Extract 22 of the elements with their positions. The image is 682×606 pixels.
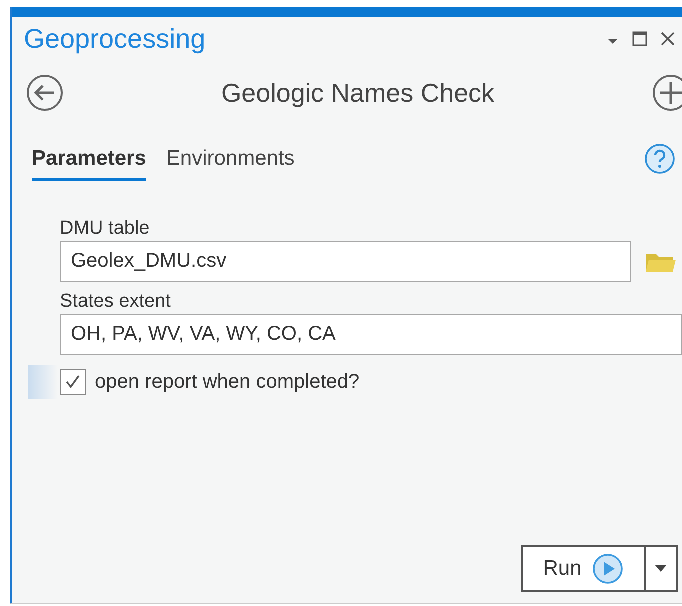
tab[interactable]: Environments — [166, 142, 295, 181]
close-icon[interactable] — [660, 31, 676, 47]
row-highlight — [28, 365, 58, 399]
tab[interactable]: Parameters — [32, 142, 146, 181]
checkbox-label: open report when completed? — [95, 370, 360, 395]
tool-title: Geologic Names Check — [220, 76, 496, 110]
caret-icon — [655, 564, 667, 572]
checkmark-icon — [64, 373, 82, 391]
run-button[interactable]: Run — [521, 545, 646, 592]
pane-title: Geoprocessing — [24, 22, 207, 56]
parameter-field[interactable]: OH, PA, WV, VA, WY, CO, CA — [60, 314, 682, 355]
back-icon[interactable] — [26, 74, 64, 112]
run-options-button[interactable] — [646, 545, 678, 592]
dropdown-icon[interactable] — [606, 36, 620, 46]
add-icon[interactable] — [652, 74, 682, 112]
parameter-label: States extent — [60, 290, 172, 314]
help-icon[interactable] — [644, 143, 676, 175]
play-icon — [592, 552, 624, 584]
parameter-field[interactable]: Geolex_DMU.csv — [60, 241, 631, 282]
checkbox[interactable] — [60, 369, 86, 395]
maximize-icon[interactable] — [632, 31, 648, 47]
parameter-label: DMU table — [60, 217, 151, 241]
